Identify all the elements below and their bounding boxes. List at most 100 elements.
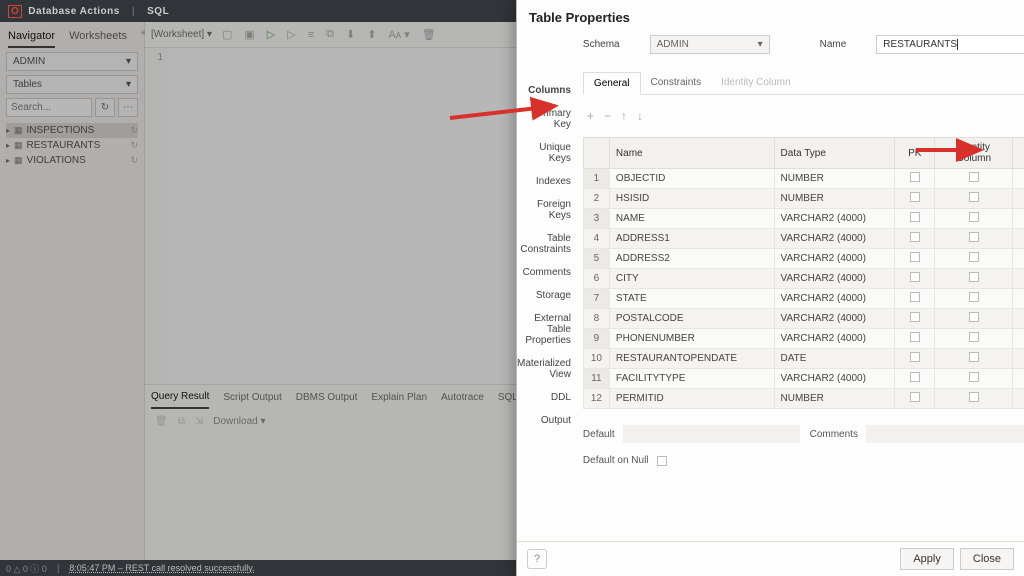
- col-header-type[interactable]: Data Type: [774, 138, 895, 169]
- table-row[interactable]: 8POSTALCODEVARCHAR2 (4000): [583, 309, 1024, 329]
- col-identity[interactable]: [935, 289, 1013, 309]
- identity-checkbox[interactable]: [969, 392, 979, 402]
- pk-checkbox[interactable]: [910, 252, 920, 262]
- col-type[interactable]: VARCHAR2 (4000): [774, 369, 895, 389]
- col-identity[interactable]: [935, 209, 1013, 229]
- col-name[interactable]: HSISID: [609, 189, 774, 209]
- col-type[interactable]: NUMBER: [774, 169, 895, 189]
- col-identity[interactable]: [935, 309, 1013, 329]
- identity-checkbox[interactable]: [969, 352, 979, 362]
- col-name[interactable]: OBJECTID: [609, 169, 774, 189]
- cat-mat-view[interactable]: Materialized View: [517, 352, 575, 386]
- col-type[interactable]: VARCHAR2 (4000): [774, 229, 895, 249]
- col-pk[interactable]: [895, 349, 935, 369]
- col-pk[interactable]: [895, 169, 935, 189]
- col-identity[interactable]: [935, 329, 1013, 349]
- pk-checkbox[interactable]: [910, 392, 920, 402]
- col-pk[interactable]: [895, 289, 935, 309]
- table-row[interactable]: 1OBJECTIDNUMBER: [583, 169, 1024, 189]
- col-name[interactable]: ADDRESS2: [609, 249, 774, 269]
- col-name[interactable]: CITY: [609, 269, 774, 289]
- identity-checkbox[interactable]: [969, 212, 979, 222]
- col-type[interactable]: DATE: [774, 349, 895, 369]
- col-header-pk[interactable]: PK: [895, 138, 935, 169]
- default-on-null-checkbox[interactable]: [657, 456, 667, 466]
- identity-checkbox[interactable]: [969, 252, 979, 262]
- identity-checkbox[interactable]: [969, 232, 979, 242]
- table-name-input[interactable]: RESTAURANTS: [876, 35, 1024, 54]
- col-pk[interactable]: [895, 309, 935, 329]
- pk-checkbox[interactable]: [910, 292, 920, 302]
- apply-button[interactable]: Apply: [900, 548, 954, 570]
- cat-external[interactable]: External Table Properties: [517, 307, 575, 352]
- cat-ddl[interactable]: DDL: [517, 386, 575, 409]
- table-row[interactable]: 4ADDRESS1VARCHAR2 (4000): [583, 229, 1024, 249]
- col-name[interactable]: STATE: [609, 289, 774, 309]
- cat-table-constraints[interactable]: Table Constraints: [517, 227, 575, 261]
- col-identity[interactable]: [935, 229, 1013, 249]
- cat-storage[interactable]: Storage: [517, 284, 575, 307]
- col-pk[interactable]: [895, 209, 935, 229]
- cat-indexes[interactable]: Indexes: [517, 170, 575, 193]
- identity-checkbox[interactable]: [969, 292, 979, 302]
- col-pk[interactable]: [895, 229, 935, 249]
- col-type[interactable]: NUMBER: [774, 189, 895, 209]
- col-type[interactable]: VARCHAR2 (4000): [774, 329, 895, 349]
- move-down-button[interactable]: ↓: [637, 109, 643, 123]
- schema-select[interactable]: ADMIN ▾: [650, 35, 770, 54]
- col-identity[interactable]: [935, 269, 1013, 289]
- col-identity[interactable]: [935, 389, 1013, 409]
- col-identity[interactable]: [935, 189, 1013, 209]
- col-name[interactable]: PERMITID: [609, 389, 774, 409]
- cat-comments[interactable]: Comments: [517, 261, 575, 284]
- cat-primary-key[interactable]: Primary Key: [517, 102, 575, 136]
- col-type[interactable]: VARCHAR2 (4000): [774, 209, 895, 229]
- col-name[interactable]: RESTAURANTOPENDATE: [609, 349, 774, 369]
- table-row[interactable]: 5ADDRESS2VARCHAR2 (4000): [583, 249, 1024, 269]
- table-row[interactable]: 11FACILITYTYPEVARCHAR2 (4000): [583, 369, 1024, 389]
- col-name[interactable]: PHONENUMBER: [609, 329, 774, 349]
- col-type[interactable]: VARCHAR2 (4000): [774, 249, 895, 269]
- col-header-identity[interactable]: Identity Column: [935, 138, 1013, 169]
- col-pk[interactable]: [895, 329, 935, 349]
- pk-checkbox[interactable]: [910, 172, 920, 182]
- col-type[interactable]: NUMBER: [774, 389, 895, 409]
- col-identity[interactable]: [935, 349, 1013, 369]
- pk-checkbox[interactable]: [910, 232, 920, 242]
- pk-checkbox[interactable]: [910, 372, 920, 382]
- identity-checkbox[interactable]: [969, 312, 979, 322]
- col-name[interactable]: ADDRESS1: [609, 229, 774, 249]
- pk-checkbox[interactable]: [910, 312, 920, 322]
- cat-unique-keys[interactable]: Unique Keys: [517, 136, 575, 170]
- identity-checkbox[interactable]: [969, 372, 979, 382]
- col-name[interactable]: NAME: [609, 209, 774, 229]
- cat-foreign-keys[interactable]: Foreign Keys: [517, 193, 575, 227]
- identity-checkbox[interactable]: [969, 192, 979, 202]
- table-row[interactable]: 12PERMITIDNUMBER: [583, 389, 1024, 409]
- col-name[interactable]: FACILITYTYPE: [609, 369, 774, 389]
- col-header-name[interactable]: Name: [609, 138, 774, 169]
- table-row[interactable]: 6CITYVARCHAR2 (4000): [583, 269, 1024, 289]
- identity-checkbox[interactable]: [969, 172, 979, 182]
- col-pk[interactable]: [895, 249, 935, 269]
- pk-checkbox[interactable]: [910, 352, 920, 362]
- pk-checkbox[interactable]: [910, 212, 920, 222]
- move-up-button[interactable]: ↑: [621, 109, 627, 123]
- table-row[interactable]: 7STATEVARCHAR2 (4000): [583, 289, 1024, 309]
- comments-input[interactable]: [866, 425, 1024, 443]
- col-identity[interactable]: [935, 169, 1013, 189]
- close-button[interactable]: Close: [960, 548, 1014, 570]
- add-column-button[interactable]: +: [587, 109, 594, 123]
- help-button[interactable]: ?: [527, 549, 547, 569]
- table-row[interactable]: 9PHONENUMBERVARCHAR2 (4000): [583, 329, 1024, 349]
- col-type[interactable]: VARCHAR2 (4000): [774, 289, 895, 309]
- identity-checkbox[interactable]: [969, 332, 979, 342]
- tab-constraints[interactable]: Constraints: [641, 72, 712, 94]
- table-row[interactable]: 3NAMEVARCHAR2 (4000): [583, 209, 1024, 229]
- col-pk[interactable]: [895, 269, 935, 289]
- table-row[interactable]: 2HSISIDNUMBER: [583, 189, 1024, 209]
- col-identity[interactable]: [935, 369, 1013, 389]
- pk-checkbox[interactable]: [910, 192, 920, 202]
- pk-checkbox[interactable]: [910, 272, 920, 282]
- col-pk[interactable]: [895, 189, 935, 209]
